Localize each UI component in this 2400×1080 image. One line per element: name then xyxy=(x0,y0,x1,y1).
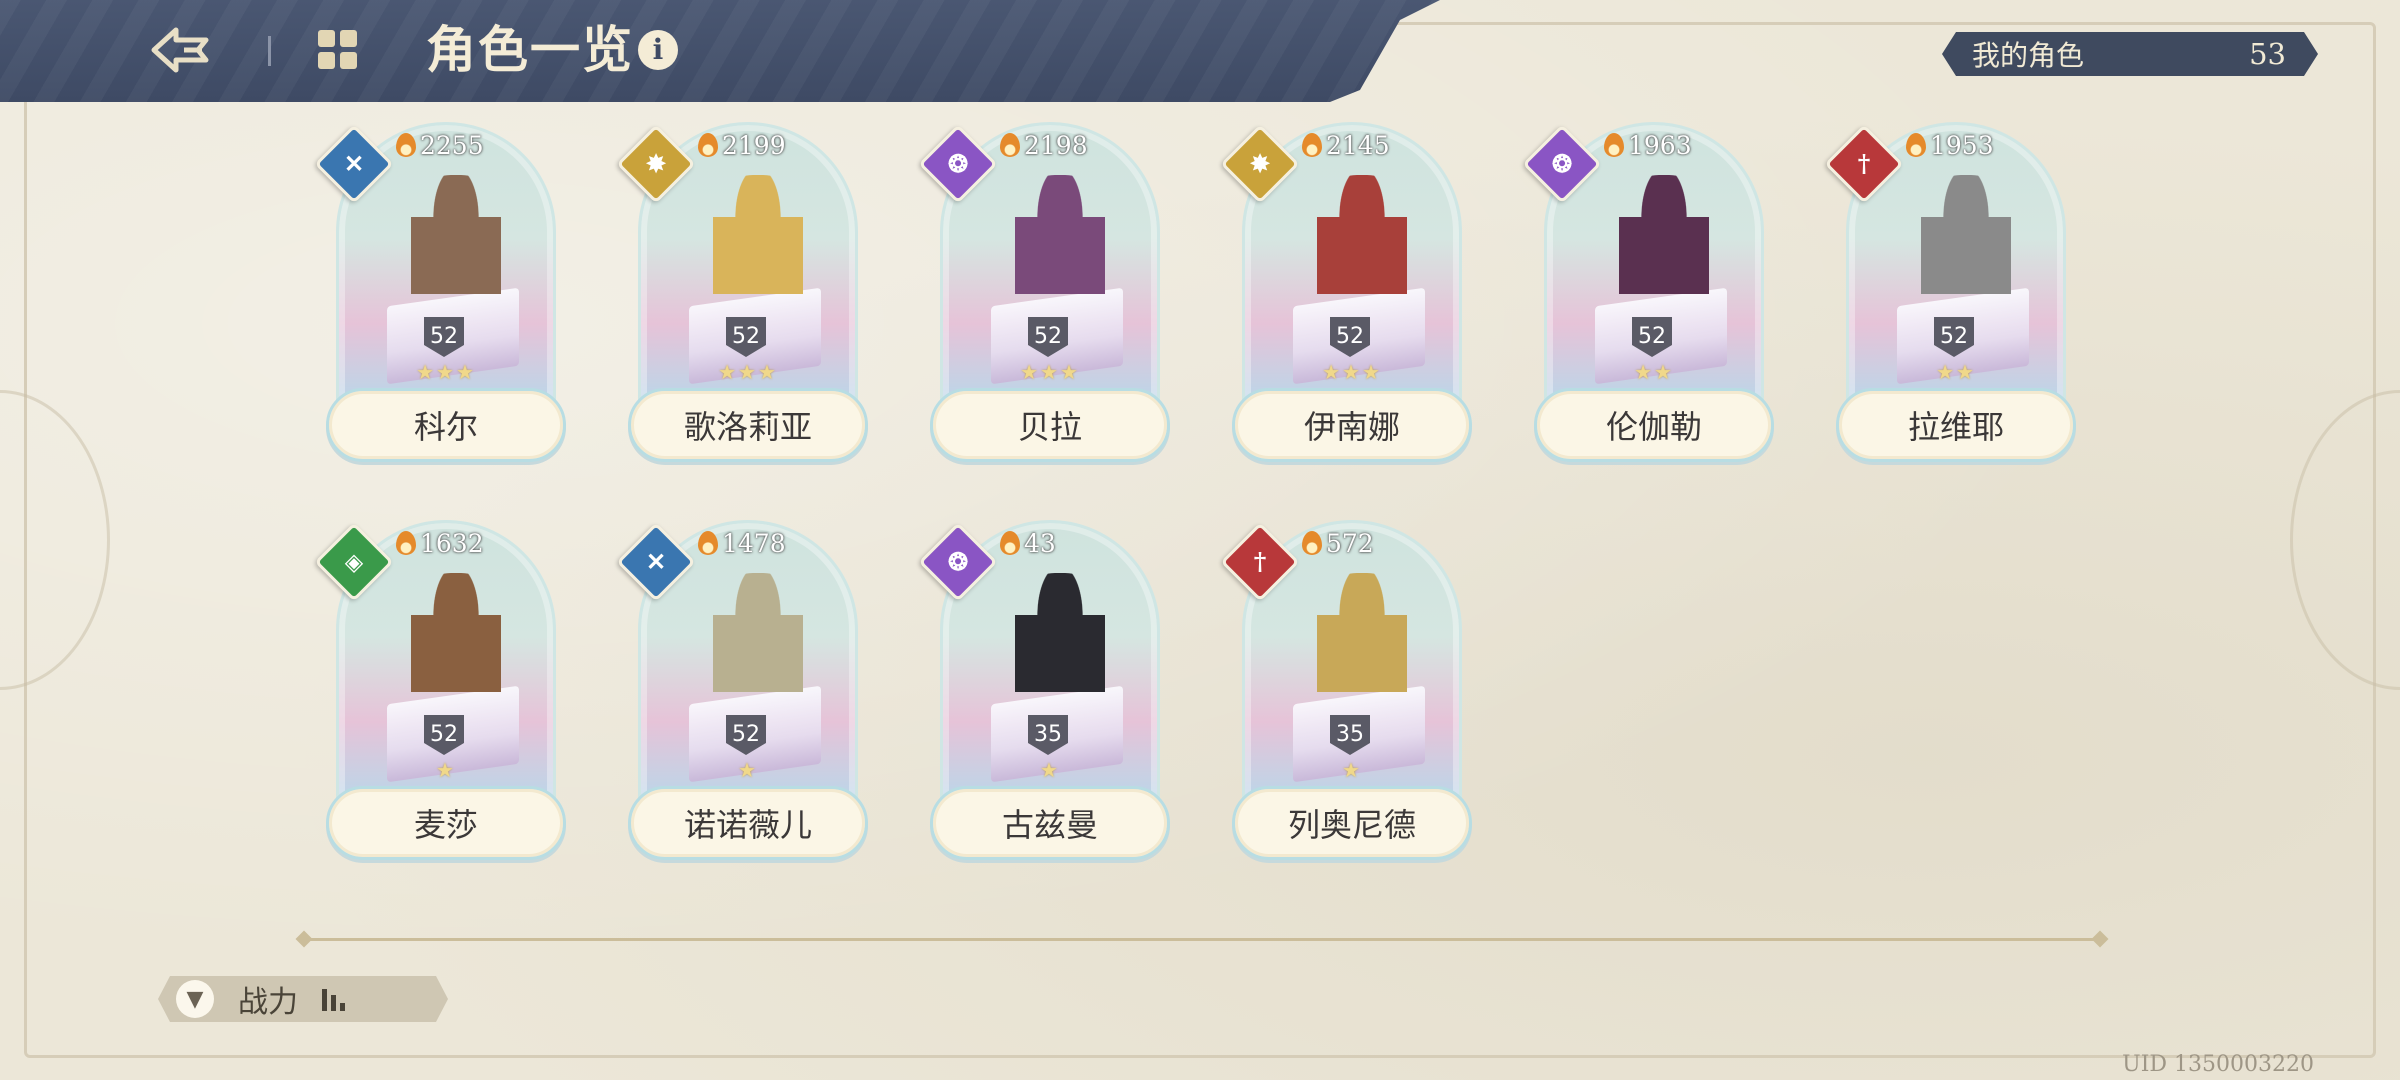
character-sprite xyxy=(1921,175,2011,315)
star-rating: ★★ xyxy=(1936,360,1976,384)
my-characters-label: 我的角色 xyxy=(1972,39,2085,72)
power-value: 1478 xyxy=(698,528,786,558)
element-glyph: ✸ xyxy=(1249,149,1271,178)
power-text: 1963 xyxy=(1628,130,1692,160)
power-value: 1963 xyxy=(1604,130,1692,160)
character-name: 科尔 xyxy=(326,388,566,462)
star-rating: ★ xyxy=(436,758,456,782)
element-glyph: ✕ xyxy=(645,547,667,576)
character-sprite xyxy=(1619,175,1709,315)
character-sprite xyxy=(1015,573,1105,713)
character-card[interactable]: 52 ★★★ 2145 ✸ 伊南娜 xyxy=(1220,122,1472,462)
power-text: 2198 xyxy=(1024,130,1088,160)
power-value: 2199 xyxy=(698,130,786,160)
character-card[interactable]: 52 ★ 1632 ◈ 麦莎 xyxy=(314,520,566,860)
power-text: 2145 xyxy=(1326,130,1390,160)
character-card[interactable]: 52 ★ 1478 ✕ 诺诺薇儿 xyxy=(616,520,868,860)
flame-icon xyxy=(396,133,416,157)
element-glyph: ✸ xyxy=(645,149,667,178)
my-characters-count: 53 xyxy=(2249,37,2286,71)
character-name: 伦伽勒 xyxy=(1534,388,1774,462)
character-name: 歌洛莉亚 xyxy=(628,388,868,462)
character-name: 古兹曼 xyxy=(930,786,1170,860)
flame-icon xyxy=(1302,133,1322,157)
power-value: 2255 xyxy=(396,130,484,160)
star-rating: ★★ xyxy=(1634,360,1674,384)
power-text: 1478 xyxy=(722,528,786,558)
power-value: 572 xyxy=(1302,528,1374,558)
character-card[interactable]: 52 ★★★ 2199 ✸ 歌洛莉亚 xyxy=(616,122,868,462)
sort-power-button[interactable]: ▼ 战力 xyxy=(158,976,448,1022)
sort-descending-icon xyxy=(322,987,345,1011)
character-name: 列奥尼德 xyxy=(1232,786,1472,860)
bottom-divider xyxy=(304,938,2100,941)
power-text: 1632 xyxy=(420,528,484,558)
character-name: 麦莎 xyxy=(326,786,566,860)
element-glyph: ❂ xyxy=(947,547,969,576)
element-glyph: † xyxy=(1253,547,1267,576)
back-button[interactable] xyxy=(140,18,220,82)
sort-label: 战力 xyxy=(238,985,298,1020)
character-name: 诺诺薇儿 xyxy=(628,786,868,860)
power-text: 572 xyxy=(1326,528,1374,558)
my-characters-counter: 我的角色 53 xyxy=(1942,32,2318,76)
power-text: 43 xyxy=(1024,528,1056,558)
power-text: 1953 xyxy=(1930,130,1994,160)
character-card[interactable]: 35 ★ 43 ❂ 古兹曼 xyxy=(918,520,1170,860)
character-sprite xyxy=(411,175,501,315)
grid-menu-button[interactable] xyxy=(318,30,360,72)
flame-icon xyxy=(1906,133,1926,157)
star-rating: ★★★ xyxy=(416,360,476,384)
character-sprite xyxy=(713,175,803,315)
character-card[interactable]: 52 ★★★ 2198 ❂ 贝拉 xyxy=(918,122,1170,462)
character-name: 伊南娜 xyxy=(1232,388,1472,462)
power-value: 1632 xyxy=(396,528,484,558)
star-rating: ★ xyxy=(1342,758,1362,782)
power-value: 1953 xyxy=(1906,130,1994,160)
flame-icon xyxy=(698,133,718,157)
character-sprite xyxy=(1317,573,1407,713)
flame-icon xyxy=(698,531,718,555)
flame-icon xyxy=(1000,531,1020,555)
character-name: 贝拉 xyxy=(930,388,1170,462)
flame-icon xyxy=(396,531,416,555)
star-rating: ★★★ xyxy=(1020,360,1080,384)
power-value: 2198 xyxy=(1000,130,1088,160)
flame-icon xyxy=(1302,531,1322,555)
character-name: 拉维耶 xyxy=(1836,388,2076,462)
filter-icon: ▼ xyxy=(176,980,214,1018)
power-value: 43 xyxy=(1000,528,1056,558)
back-arrow-icon xyxy=(151,27,209,73)
user-id: UID 1350003220 xyxy=(2122,1052,2314,1077)
element-glyph: ◈ xyxy=(344,547,364,576)
header-divider xyxy=(268,36,271,66)
page-title: 角色一览 xyxy=(426,20,634,79)
star-rating: ★ xyxy=(738,758,758,782)
power-text: 2255 xyxy=(420,130,484,160)
element-glyph: ✕ xyxy=(343,149,365,178)
star-rating: ★★★ xyxy=(718,360,778,384)
character-sprite xyxy=(713,573,803,713)
character-card[interactable]: 35 ★ 572 † 列奥尼德 xyxy=(1220,520,1472,860)
star-rating: ★ xyxy=(1040,758,1060,782)
character-sprite xyxy=(1015,175,1105,315)
flame-icon xyxy=(1000,133,1020,157)
power-value: 2145 xyxy=(1302,130,1390,160)
character-card[interactable]: 52 ★★ 1953 † 拉维耶 xyxy=(1824,122,2076,462)
element-glyph: ❂ xyxy=(1551,149,1573,178)
power-text: 2199 xyxy=(722,130,786,160)
info-icon[interactable]: i xyxy=(638,30,678,70)
character-sprite xyxy=(411,573,501,713)
grid-menu-icon xyxy=(318,30,335,47)
element-glyph: † xyxy=(1857,149,1871,178)
character-sprite xyxy=(1317,175,1407,315)
element-glyph: ❂ xyxy=(947,149,969,178)
character-card[interactable]: 52 ★★ 1963 ❂ 伦伽勒 xyxy=(1522,122,1774,462)
flame-icon xyxy=(1604,133,1624,157)
star-rating: ★★★ xyxy=(1322,360,1382,384)
character-card[interactable]: 52 ★★★ 2255 ✕ 科尔 xyxy=(314,122,566,462)
